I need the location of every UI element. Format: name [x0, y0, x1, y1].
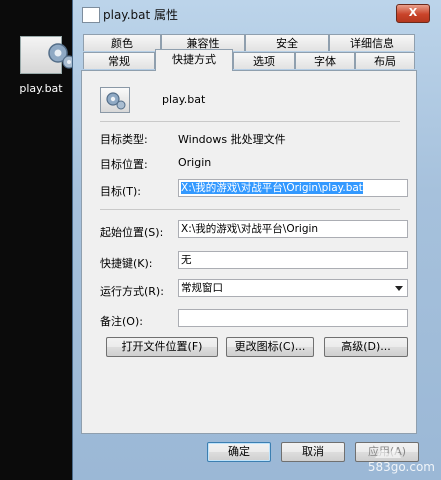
change-icon-button[interactable]: 更改图标(C)... — [226, 337, 314, 357]
watermark: 583go.com — [367, 460, 435, 474]
desktop-icon-play-bat[interactable]: play.bat — [10, 36, 76, 95]
comment-label: 备注(O): — [100, 315, 143, 328]
tab-details[interactable]: 详细信息 — [329, 34, 415, 51]
target-location-value: Origin — [178, 156, 212, 169]
run-select-value: 常规窗口 — [181, 282, 223, 294]
target-input-value: X:\我的游戏\对战平台\Origin\play.bat — [181, 182, 363, 194]
ok-button[interactable]: 确定 — [207, 442, 271, 462]
tab-security[interactable]: 安全 — [245, 34, 329, 51]
window-file-icon — [82, 7, 100, 23]
separator-2 — [100, 209, 400, 210]
start-in-label: 起始位置(S): — [100, 226, 164, 239]
close-button[interactable]: X — [396, 4, 430, 23]
desktop-icon-label: play.bat — [19, 82, 63, 95]
tab-shortcut[interactable]: 快捷方式 — [155, 49, 233, 71]
shortcut-key-input[interactable]: 无 — [178, 251, 408, 269]
run-label: 运行方式(R): — [100, 285, 164, 298]
target-type-label: 目标类型: — [100, 133, 148, 146]
target-input[interactable]: X:\我的游戏\对战平台\Origin\play.bat — [178, 179, 408, 197]
separator-1 — [100, 121, 400, 122]
tab-font[interactable]: 字体 — [295, 52, 355, 69]
cancel-button[interactable]: 取消 — [281, 442, 345, 462]
tab-options[interactable]: 选项 — [233, 52, 295, 69]
file-name: play.bat — [162, 93, 206, 106]
run-select[interactable]: 常规窗口 — [178, 279, 408, 297]
target-label: 目标(T): — [100, 185, 142, 198]
target-location-label: 目标位置: — [100, 158, 148, 171]
comment-input[interactable] — [178, 309, 408, 327]
batch-file-icon — [20, 36, 76, 74]
tab-layout[interactable]: 布局 — [355, 52, 415, 69]
open-file-location-button[interactable]: 打开文件位置(F) — [106, 337, 218, 357]
start-in-input[interactable]: X:\我的游戏\对战平台\Origin — [178, 220, 408, 238]
properties-window: play.bat 属性 X 颜色 兼容性 安全 详细信息 常规 快捷方式 选项 … — [72, 0, 441, 480]
shortcut-key-label: 快捷键(K): — [100, 257, 153, 270]
tab-general[interactable]: 常规 — [83, 52, 155, 69]
tab-colors[interactable]: 颜色 — [83, 34, 161, 51]
window-title: play.bat 属性 — [103, 8, 179, 22]
file-gear-icon — [100, 87, 130, 113]
advanced-button[interactable]: 高级(D)... — [324, 337, 408, 357]
shortcut-panel: play.bat 目标类型: Windows 批处理文件 目标位置: Origi… — [81, 70, 417, 434]
target-type-value: Windows 批处理文件 — [178, 133, 286, 146]
chevron-down-icon — [395, 286, 403, 291]
